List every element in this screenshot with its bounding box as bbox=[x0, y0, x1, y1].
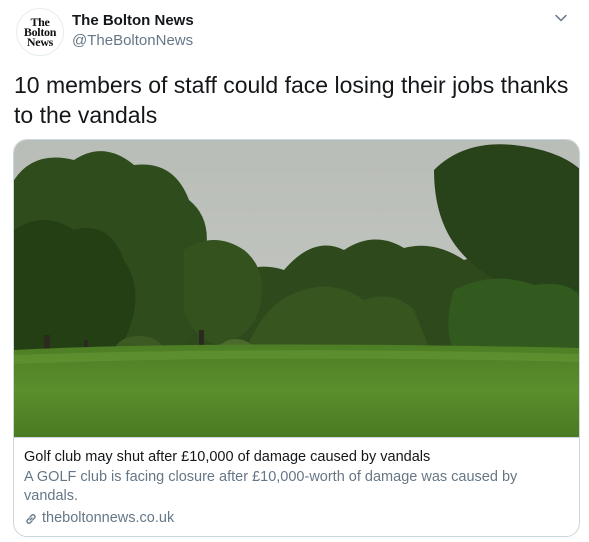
author-names: The Bolton News @TheBoltonNews bbox=[72, 11, 194, 51]
card-body: Golf club may shut after £10,000 of dama… bbox=[14, 437, 579, 528]
chevron-down-icon[interactable] bbox=[553, 10, 569, 26]
avatar[interactable]: The Bolton News bbox=[16, 8, 64, 56]
tweet: The Bolton News The Bolton News @TheBolt… bbox=[0, 0, 589, 542]
tweet-text: 10 members of staff could face losing th… bbox=[14, 72, 569, 128]
display-name[interactable]: The Bolton News bbox=[72, 11, 194, 31]
card-domain-text: theboltonnews.co.uk bbox=[42, 510, 175, 526]
card-description: A GOLF club is facing closure after £10,… bbox=[24, 469, 518, 504]
card-title: Golf club may shut after £10,000 of dama… bbox=[24, 449, 431, 465]
card-domain: theboltonnews.co.uk bbox=[24, 509, 569, 528]
avatar-text-line: News bbox=[26, 35, 54, 49]
tweet-header: The Bolton News The Bolton News @TheBolt… bbox=[16, 6, 573, 56]
link-icon bbox=[26, 513, 36, 524]
user-handle[interactable]: @TheBoltonNews bbox=[72, 31, 194, 51]
link-card[interactable]: Golf club may shut after £10,000 of dama… bbox=[13, 139, 580, 537]
card-image[interactable] bbox=[14, 140, 580, 437]
